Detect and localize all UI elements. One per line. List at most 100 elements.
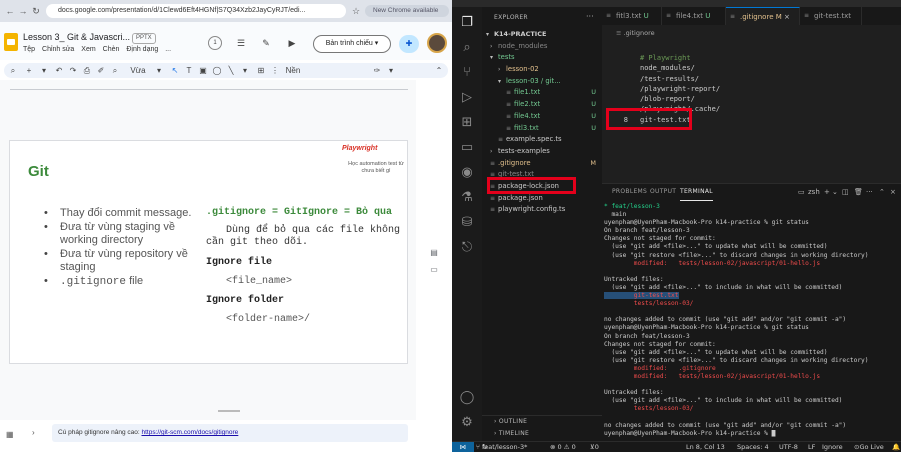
- comments-icon[interactable]: ☰: [233, 36, 249, 50]
- meet-icon[interactable]: ▶: [284, 36, 300, 50]
- new-terminal-icon[interactable]: +: [824, 184, 830, 200]
- line-chevron-icon[interactable]: ▾: [238, 63, 252, 78]
- testing-icon[interactable]: ⚗: [452, 190, 482, 205]
- code-line[interactable]: # Playwright: [602, 53, 901, 63]
- avatar[interactable]: [427, 33, 447, 53]
- folder-item[interactable]: › node_modules: [482, 41, 602, 53]
- folder-item[interactable]: ▾ lesson-03 / git...: [482, 76, 602, 88]
- search-icon[interactable]: ⌕: [452, 40, 482, 55]
- menu-insert[interactable]: Chèn: [103, 46, 120, 53]
- speaker-notes[interactable]: Cú pháp gitignore nâng cao: https://git-…: [52, 424, 408, 442]
- bookmark-star-icon[interactable]: ☆: [350, 4, 362, 18]
- cursor-position[interactable]: Ln 8, Col 13: [686, 442, 725, 452]
- background-button[interactable]: Nền: [282, 63, 304, 78]
- manage-gear-icon[interactable]: ⚙: [452, 415, 482, 430]
- extensions-icon[interactable]: ⊞: [452, 115, 482, 130]
- shape-icon[interactable]: ◯: [210, 63, 224, 78]
- folder-icon[interactable]: ▭: [427, 265, 441, 274]
- kill-terminal-icon[interactable]: 🗑: [854, 184, 863, 200]
- close-panel-icon[interactable]: ×: [890, 184, 896, 200]
- account-icon[interactable]: ◯: [452, 390, 482, 405]
- explorer-icon[interactable]: ❐: [452, 15, 482, 30]
- share-button[interactable]: ✚: [399, 35, 419, 53]
- zoom-chevron-icon[interactable]: ▾: [152, 63, 166, 78]
- folder-item[interactable]: › tests-examples: [482, 146, 602, 158]
- document-title[interactable]: Lesson 3_ Git & Javascri...: [23, 32, 130, 42]
- tab-gitignore[interactable]: ≡ .gitignore M ×: [726, 7, 800, 25]
- project-root[interactable]: ▾ K14-PRACTICE: [482, 29, 602, 41]
- notes-link[interactable]: https://git-scm.com/docs/gitignore: [141, 429, 238, 436]
- folder-item[interactable]: › lesson-02: [482, 64, 602, 76]
- file-item[interactable]: ≡ package.json: [482, 193, 602, 205]
- file-item[interactable]: ≡ fitl3.txt U: [482, 123, 602, 135]
- notifications-icon[interactable]: 🔔: [892, 442, 900, 452]
- ports-status[interactable]: ⊻ 0: [590, 442, 599, 452]
- more-actions-icon[interactable]: ···: [586, 12, 594, 21]
- outline-header[interactable]: › OUTLINE: [482, 416, 602, 428]
- select-cursor-icon[interactable]: ↖: [168, 63, 182, 78]
- back-icon[interactable]: ←: [4, 4, 16, 18]
- grid-view-icon[interactable]: ▦: [6, 430, 14, 439]
- language-mode[interactable]: Ignore: [822, 442, 843, 452]
- code-line[interactable]: node_modules/: [602, 63, 901, 73]
- collapse-icon[interactable]: ⌃: [432, 63, 446, 78]
- go-live-button[interactable]: ⊙ Go Live: [854, 442, 884, 452]
- menu-file[interactable]: Tệp: [23, 46, 35, 53]
- text-box-icon[interactable]: T: [182, 63, 196, 78]
- history-button[interactable]: 1: [208, 36, 222, 50]
- encoding-status[interactable]: UTF-8: [779, 442, 798, 452]
- timeline-header[interactable]: › TIMELINE: [482, 428, 602, 440]
- comment-add-icon[interactable]: ⊞: [254, 63, 268, 78]
- line-icon[interactable]: ╲: [224, 63, 238, 78]
- panel-divider[interactable]: [218, 410, 240, 412]
- terminal-output[interactable]: * feat/lesson-3 main uyenpham@UyenPham-Ma…: [604, 203, 894, 438]
- code-line[interactable]: /blob-report/: [602, 94, 901, 104]
- chevron-down-icon[interactable]: ⌄: [832, 184, 838, 200]
- code-line[interactable]: /playwright-report/: [602, 84, 901, 94]
- remote-icon[interactable]: ⋈: [452, 442, 474, 452]
- notes-toggle-icon[interactable]: ›: [32, 428, 35, 437]
- more-options-icon[interactable]: ⋮: [268, 63, 282, 78]
- chevron-down-icon[interactable]: ▾: [37, 63, 51, 78]
- file-item[interactable]: ≡ file1.txt U: [482, 87, 602, 99]
- file-item[interactable]: ≡ playwright.config.ts: [482, 204, 602, 216]
- indentation-status[interactable]: Spaces: 4: [737, 442, 769, 452]
- maximize-panel-icon[interactable]: ⌃: [879, 184, 885, 200]
- menu-more[interactable]: ...: [165, 46, 171, 53]
- paint-format-icon[interactable]: ✐: [94, 63, 108, 78]
- github-icon[interactable]: ◉: [452, 165, 482, 180]
- accounts-share-icon[interactable]: ⎋: [452, 240, 482, 255]
- branch-status[interactable]: ⑂ feat/lesson-3* ↻: [476, 442, 527, 452]
- reload-icon[interactable]: ↻: [30, 4, 42, 18]
- file-item[interactable]: ≡ file2.txt U: [482, 99, 602, 111]
- eol-status[interactable]: LF: [808, 442, 815, 452]
- menu-edit[interactable]: Chỉnh sửa: [42, 46, 74, 53]
- pen-icon[interactable]: ✑: [370, 63, 384, 78]
- slides-logo[interactable]: [4, 33, 18, 51]
- tab-file4[interactable]: ≡ file4.txt U: [662, 7, 726, 25]
- tab-problems[interactable]: PROBLEMS: [612, 184, 647, 200]
- source-control-icon[interactable]: ⑂: [452, 65, 482, 80]
- undo-icon[interactable]: ↶: [52, 63, 66, 78]
- pen-chevron-icon[interactable]: ▾: [384, 63, 398, 78]
- zoom-select[interactable]: Vừa: [123, 63, 153, 78]
- add-icon[interactable]: +: [22, 63, 36, 78]
- breadcrumb[interactable]: ≡ .gitignore: [602, 29, 901, 37]
- comment-icon[interactable]: ✎: [258, 36, 274, 50]
- code-line[interactable]: /test-results/: [602, 74, 901, 84]
- file-item[interactable]: ≡ example.spec.ts: [482, 134, 602, 146]
- zoom-icon[interactable]: ⌕: [108, 63, 122, 78]
- chrome-update-chip[interactable]: New Chrome available: [365, 5, 449, 17]
- file-item[interactable]: ≡ .gitignore M: [482, 158, 602, 170]
- problems-status[interactable]: ⊗ 0 ⚠ 0: [550, 442, 576, 452]
- menu-view[interactable]: Xem: [81, 46, 95, 53]
- database-icon[interactable]: ⛁: [452, 215, 482, 230]
- folder-item[interactable]: ▾ tests: [482, 52, 602, 64]
- more-actions-icon[interactable]: ···: [866, 184, 873, 200]
- menu-format[interactable]: Định dạng: [126, 46, 158, 53]
- image-icon[interactable]: ▣: [196, 63, 210, 78]
- redo-icon[interactable]: ↷: [66, 63, 80, 78]
- split-terminal-icon[interactable]: ◫: [842, 184, 849, 200]
- file-item[interactable]: ≡ file4.txt U: [482, 111, 602, 123]
- run-debug-icon[interactable]: ▷: [452, 90, 482, 105]
